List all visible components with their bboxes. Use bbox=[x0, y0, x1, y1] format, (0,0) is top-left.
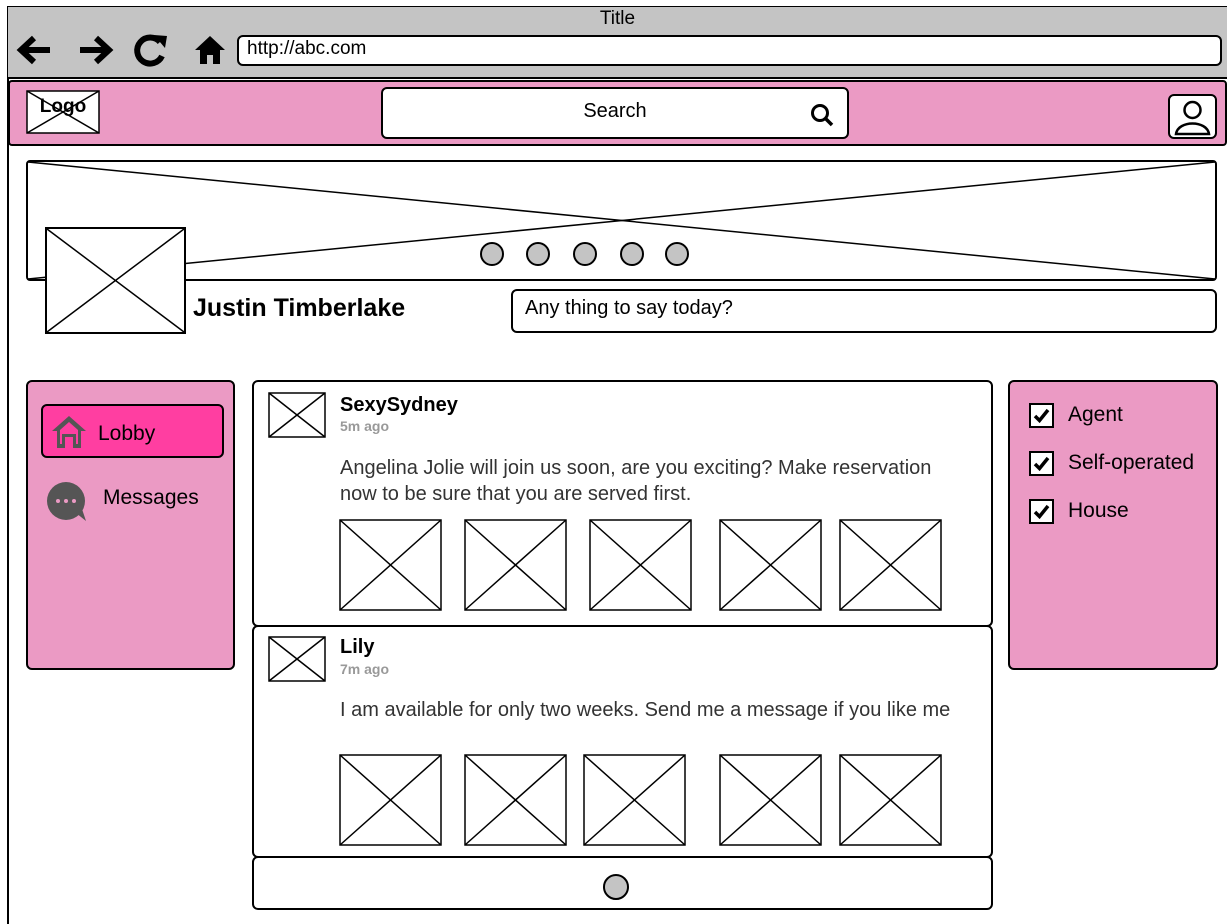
filter-house[interactable]: House bbox=[1029, 496, 1129, 526]
post-image[interactable] bbox=[464, 754, 567, 846]
chat-bubble-icon bbox=[47, 482, 86, 521]
sidebar-item-messages[interactable]: Messages bbox=[41, 476, 224, 524]
post-image[interactable] bbox=[839, 754, 942, 846]
sidebar-item-label: Lobby bbox=[98, 422, 156, 445]
home-icon bbox=[52, 416, 86, 448]
checkbox[interactable] bbox=[1029, 450, 1054, 476]
carousel-dot[interactable] bbox=[526, 242, 550, 266]
profile-name: Justin Timberlake bbox=[193, 294, 406, 322]
filter-label: Self-operated bbox=[1068, 451, 1195, 474]
carousel-dot[interactable] bbox=[665, 242, 689, 266]
checkmark-icon bbox=[1033, 408, 1050, 423]
status-input[interactable]: Any thing to say today? bbox=[511, 289, 1217, 333]
checkbox[interactable] bbox=[1029, 498, 1054, 524]
reload-icon[interactable] bbox=[131, 31, 171, 69]
filter-label: Agent bbox=[1068, 403, 1123, 426]
search-placeholder: Search bbox=[583, 100, 647, 122]
post-image[interactable] bbox=[339, 754, 442, 846]
logo[interactable]: Logo bbox=[26, 90, 100, 134]
profile-avatar[interactable] bbox=[45, 227, 186, 334]
home-icon[interactable] bbox=[190, 31, 230, 69]
checkmark-icon bbox=[1033, 504, 1050, 519]
feed-pagination bbox=[252, 856, 993, 910]
carousel-dot[interactable] bbox=[620, 242, 644, 266]
post-author[interactable]: Lily bbox=[340, 636, 374, 659]
search-icon[interactable] bbox=[810, 103, 834, 127]
post-image[interactable] bbox=[839, 519, 942, 611]
search-input[interactable]: Search bbox=[381, 87, 849, 139]
post-author-avatar[interactable] bbox=[268, 636, 326, 682]
post-time: 7m ago bbox=[340, 661, 390, 677]
post-author-avatar[interactable] bbox=[268, 392, 326, 438]
post-body: I am available for only two weeks. Send … bbox=[340, 699, 951, 721]
sidebar-item-lobby[interactable]: Lobby bbox=[41, 404, 224, 458]
post-image[interactable] bbox=[719, 754, 822, 846]
post-image[interactable] bbox=[464, 519, 567, 611]
checkbox[interactable] bbox=[1029, 402, 1054, 428]
checkmark-icon bbox=[1033, 456, 1050, 471]
logo-text: Logo bbox=[39, 96, 87, 117]
filter-agent[interactable]: Agent bbox=[1029, 400, 1123, 430]
post-image[interactable] bbox=[583, 754, 686, 846]
cover-banner[interactable] bbox=[26, 160, 1217, 281]
feed-post: SexySydney 5m ago Angelina Jolie will jo… bbox=[252, 380, 993, 627]
user-profile-button[interactable] bbox=[1168, 94, 1217, 139]
window-title: Title bbox=[599, 8, 636, 29]
post-body: Angelina Jolie will join us soon, are yo… bbox=[340, 457, 932, 505]
post-author[interactable]: SexySydney bbox=[340, 394, 458, 417]
forward-arrow-icon[interactable] bbox=[76, 31, 116, 69]
post-image[interactable] bbox=[719, 519, 822, 611]
back-arrow-icon[interactable] bbox=[14, 31, 54, 69]
post-time: 5m ago bbox=[340, 418, 390, 434]
filter-label: House bbox=[1068, 499, 1129, 522]
feed-post: Lily 7m ago I am available for only two … bbox=[252, 625, 993, 858]
user-icon bbox=[1174, 100, 1211, 136]
address-bar[interactable]: http://abc.com bbox=[237, 35, 1222, 66]
carousel-dot[interactable] bbox=[480, 242, 504, 266]
post-image[interactable] bbox=[339, 519, 442, 611]
load-more-dot[interactable] bbox=[603, 874, 629, 900]
sidebar-item-label: Messages bbox=[103, 486, 199, 509]
filter-self-operated[interactable]: Self-operated bbox=[1029, 448, 1194, 478]
post-image[interactable] bbox=[589, 519, 692, 611]
carousel-dot[interactable] bbox=[573, 242, 597, 266]
